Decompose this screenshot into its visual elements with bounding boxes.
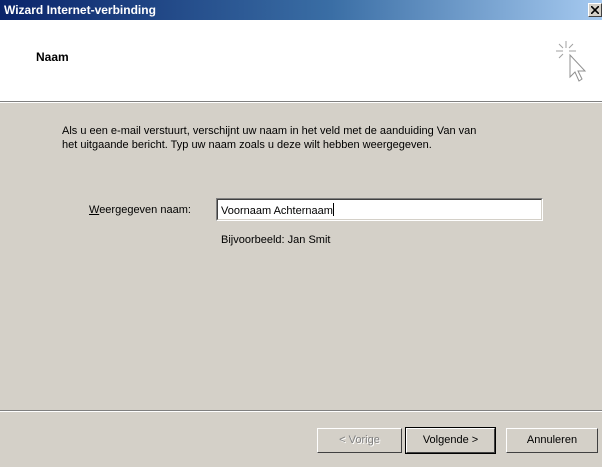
cancel-button[interactable]: Annuleren xyxy=(506,428,598,453)
wizard-header: Naam xyxy=(0,20,602,101)
close-button[interactable] xyxy=(588,3,602,17)
page-title: Naam xyxy=(36,50,69,64)
window-title: Wizard Internet-verbinding xyxy=(4,3,156,17)
input-value-text: Voornaam Achternaam xyxy=(221,205,333,217)
footer-separator-highlight xyxy=(0,411,602,412)
next-button[interactable]: Volgende > xyxy=(405,427,496,454)
display-name-value: Voornaam Achternaam xyxy=(221,203,334,217)
label-access-key: W xyxy=(89,204,100,216)
intro-line-2: het uitgaande bericht. Typ uw naam zoals… xyxy=(62,139,432,151)
label-text: eergegeven naam: xyxy=(99,204,191,216)
header-separator-highlight xyxy=(0,102,602,103)
wizard-cursor-sparkle-icon xyxy=(556,41,587,82)
intro-line-1: Als u een e-mail verstuurt, verschijnt u… xyxy=(62,125,477,137)
text-caret xyxy=(332,203,334,216)
title-bar: Wizard Internet-verbinding xyxy=(0,0,602,20)
display-name-label: Weergegeven naam: xyxy=(89,204,191,216)
display-name-input[interactable]: Voornaam Achternaam xyxy=(216,198,543,221)
intro-text: Als u een e-mail verstuurt, verschijnt u… xyxy=(62,124,562,152)
back-button[interactable]: < Vorige xyxy=(317,428,402,453)
example-hint: Bijvoorbeeld: Jan Smit xyxy=(221,234,331,246)
close-icon xyxy=(591,6,599,14)
